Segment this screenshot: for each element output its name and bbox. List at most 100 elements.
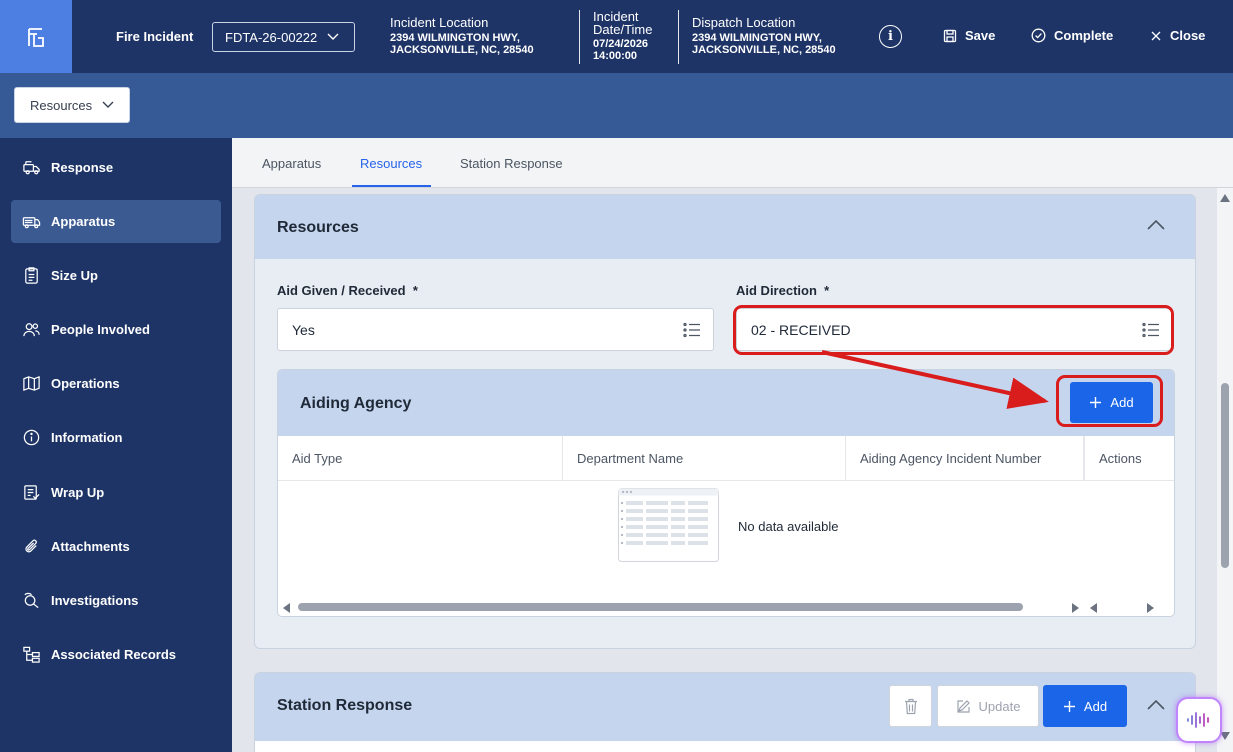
resources-card-title: Resources xyxy=(277,219,359,236)
vertical-scrollbar[interactable] xyxy=(1217,188,1233,752)
required-mark: * xyxy=(824,283,830,298)
scroll-content: Resources Aid Given / Received * Yes Aid… xyxy=(232,188,1221,752)
update-button[interactable]: Update xyxy=(937,685,1039,727)
sidebar-item-investigations[interactable]: Investigations xyxy=(11,579,221,622)
logo-icon xyxy=(28,27,44,47)
sidebar-item-associated-records[interactable]: Associated Records xyxy=(11,633,221,676)
station-response-card: Station Response Update Add xyxy=(254,672,1196,752)
app-logo[interactable] xyxy=(0,0,72,73)
horizontal-scrollbar[interactable] xyxy=(278,600,1174,616)
dispatch-location: Dispatch Location 2394 WILMINGTON HWY, J… xyxy=(692,16,836,56)
chevron-up-icon[interactable] xyxy=(1147,220,1165,230)
column-department-name[interactable]: Department Name xyxy=(563,436,846,481)
sidebar-item-label: People Involved xyxy=(51,322,150,337)
dispatch-location-line1: 2394 WILMINGTON HWY, xyxy=(692,32,822,44)
resources-card: Resources Aid Given / Received * Yes Aid… xyxy=(254,194,1196,649)
info-icon[interactable]: i xyxy=(879,25,902,48)
add-label: Add xyxy=(1110,395,1134,410)
sidebar: Response Apparatus Size Up People Involv… xyxy=(0,138,232,752)
sidebar-item-label: Apparatus xyxy=(51,214,116,229)
sidebar-item-label: Attachments xyxy=(51,539,130,554)
incident-location-line1: 2394 WILMINGTON HWY, xyxy=(390,32,520,44)
column-aiding-agency-incident-number[interactable]: Aiding Agency Incident Number xyxy=(846,436,1084,481)
sidebar-item-people-involved[interactable]: People Involved xyxy=(11,308,221,351)
scroll-left-icon[interactable] xyxy=(1090,603,1098,613)
vertical-scroll-thumb[interactable] xyxy=(1221,383,1229,568)
scroll-up-icon[interactable] xyxy=(1220,194,1230,202)
dispatch-location-label: Dispatch Location xyxy=(692,15,796,30)
fire-truck-icon xyxy=(23,161,40,175)
incident-datetime-label-2: Date/Time xyxy=(593,22,653,37)
aid-direction-label-text: Aid Direction xyxy=(736,283,817,298)
sidebar-item-information[interactable]: Information xyxy=(11,416,221,459)
sidebar-item-label: Response xyxy=(51,160,114,175)
incident-time: 14:00:00 xyxy=(593,50,638,62)
chevron-down-icon xyxy=(102,101,114,108)
sidebar-item-apparatus[interactable]: Apparatus xyxy=(11,200,221,243)
list-icon[interactable] xyxy=(683,322,701,338)
aid-given-label: Aid Given / Received * xyxy=(277,283,418,298)
aiding-agency-card: Aiding Agency Add Aid Type Department Na… xyxy=(277,369,1175,617)
sidebar-item-wrap-up[interactable]: Wrap Up xyxy=(11,471,221,514)
incident-number-select[interactable]: FDTA-26-00222 xyxy=(212,22,355,52)
sidebar-item-label: Information xyxy=(51,430,123,445)
trash-icon xyxy=(904,698,917,714)
clipboard-icon xyxy=(25,267,38,284)
section-dropdown[interactable]: Resources xyxy=(14,87,130,123)
scroll-left-icon[interactable] xyxy=(283,603,291,613)
aiding-agency-add-button[interactable]: Add xyxy=(1070,382,1153,423)
dispatch-location-line2: JACKSONVILLE, NC, 28540 xyxy=(692,44,836,56)
complete-label: Complete xyxy=(1054,28,1114,43)
close-button[interactable]: Close xyxy=(1150,28,1205,43)
voice-assistant-button[interactable] xyxy=(1176,697,1222,743)
main-panel: Apparatus Resources Station Response Res… xyxy=(232,138,1233,752)
sidebar-item-label: Size Up xyxy=(51,268,98,283)
scroll-right-icon[interactable] xyxy=(1146,603,1154,613)
sidebar-item-label: Wrap Up xyxy=(51,485,105,500)
list-icon[interactable] xyxy=(1142,322,1160,338)
incident-date: 07/24/2026 xyxy=(593,38,649,50)
scroll-right-icon[interactable] xyxy=(1071,603,1079,613)
chevron-down-icon xyxy=(327,33,339,40)
close-icon xyxy=(1151,31,1161,40)
save-button[interactable]: Save xyxy=(943,28,995,43)
update-label: Update xyxy=(978,698,1021,714)
tab-station-response[interactable]: Station Response xyxy=(460,156,563,171)
resources-card-header: Resources xyxy=(255,195,1195,259)
plus-icon xyxy=(1090,397,1102,408)
station-response-header: Station Response Update Add xyxy=(255,673,1195,741)
delete-button[interactable] xyxy=(889,685,932,727)
required-mark: * xyxy=(412,283,418,298)
header-divider xyxy=(579,10,580,64)
active-tab-indicator xyxy=(352,185,431,187)
complete-button[interactable]: Complete xyxy=(1031,28,1113,43)
incident-number-value: FDTA-26-00222 xyxy=(225,29,318,45)
sidebar-item-operations[interactable]: Operations xyxy=(11,362,221,405)
horizontal-scroll-thumb[interactable] xyxy=(298,603,1023,611)
map-icon xyxy=(23,375,40,392)
station-response-title: Station Response xyxy=(277,697,413,714)
sidebar-item-size-up[interactable]: Size Up xyxy=(11,254,221,297)
aid-direction-field[interactable]: 02 - RECEIVED xyxy=(736,308,1173,351)
info-icon xyxy=(23,429,40,446)
paperclip-icon xyxy=(25,539,37,553)
station-response-add-button[interactable]: Add xyxy=(1043,685,1127,727)
aiding-agency-title: Aiding Agency xyxy=(300,395,412,412)
chevron-up-icon[interactable] xyxy=(1147,700,1165,710)
magnifier-icon xyxy=(24,592,39,609)
tab-resources[interactable]: Resources xyxy=(360,156,422,171)
aiding-agency-table-header: Aid Type Department Name Aiding Agency I… xyxy=(278,436,1174,481)
section-bar: Resources xyxy=(0,73,1233,138)
column-aid-type[interactable]: Aid Type xyxy=(278,436,563,481)
tab-apparatus[interactable]: Apparatus xyxy=(262,156,321,171)
incident-location-label: Incident Location xyxy=(390,15,489,30)
edit-icon xyxy=(956,699,970,713)
save-icon xyxy=(943,29,957,42)
aid-given-field[interactable]: Yes xyxy=(277,308,714,351)
sidebar-item-response[interactable]: Response xyxy=(11,146,221,189)
incident-location: Incident Location 2394 WILMINGTON HWY, J… xyxy=(390,16,534,56)
tab-bar: Apparatus Resources Station Response xyxy=(232,138,1233,188)
sidebar-item-attachments[interactable]: Attachments xyxy=(11,525,221,568)
aid-direction-value: 02 - RECEIVED xyxy=(751,321,851,338)
aiding-agency-header: Aiding Agency Add xyxy=(278,370,1174,436)
